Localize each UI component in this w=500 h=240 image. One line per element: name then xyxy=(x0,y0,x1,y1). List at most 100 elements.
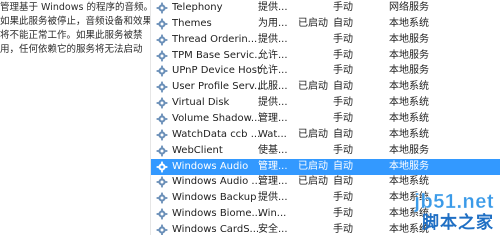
service-logon-as: 本地系统 xyxy=(389,129,429,140)
service-row[interactable]: Virtual Disk 提供... 手动 本地系统 xyxy=(151,95,500,111)
gear-icon xyxy=(156,65,168,77)
service-startup-type: 自动 xyxy=(333,161,353,172)
service-logon-as: 本地服务 xyxy=(389,145,429,156)
service-name: Windows Audio ... xyxy=(172,176,261,187)
service-row[interactable]: Themes 为用... 已启动 自动 本地系统 xyxy=(151,16,500,32)
service-description: Wat... xyxy=(258,129,287,140)
service-logon-as: 本地系统 xyxy=(389,97,429,108)
service-description: 此服... xyxy=(258,81,288,92)
gear-icon xyxy=(156,161,168,173)
service-name: Windows CardS... xyxy=(172,224,260,235)
service-description: 提供... xyxy=(258,97,288,108)
service-status: 已启动 xyxy=(298,81,328,92)
service-startup-type: 手动 xyxy=(333,34,353,45)
service-row[interactable]: Windows CardS... 安全... 手动 本地系统 xyxy=(151,222,500,235)
service-startup-type: 手动 xyxy=(333,97,353,108)
service-startup-type: 自动 xyxy=(333,18,353,29)
service-startup-type: 手动 xyxy=(333,208,353,219)
service-startup-type: 手动 xyxy=(333,2,353,13)
service-status: 已启动 xyxy=(298,176,328,187)
service-logon-as: 本地系统 xyxy=(389,208,429,219)
service-startup-type: 自动 xyxy=(333,81,353,92)
service-name: Thread Orderin... xyxy=(172,34,258,45)
service-name: Windows Backup xyxy=(172,192,257,203)
gear-icon xyxy=(156,176,168,188)
service-startup-type: 手动 xyxy=(333,145,353,156)
service-row[interactable]: Telephony 提供... 手动 网络服务 xyxy=(151,0,500,16)
service-row[interactable]: Windows Biome... Win... 手动 本地系统 xyxy=(151,206,500,222)
service-status: 已启动 xyxy=(298,161,328,172)
service-status: 已启动 xyxy=(298,18,328,29)
service-name: Windows Audio xyxy=(172,161,249,172)
service-name: WebClient xyxy=(172,145,223,156)
service-description: 管理... xyxy=(258,176,288,187)
service-startup-type: 手动 xyxy=(333,113,353,124)
service-logon-as: 本地服务 xyxy=(389,34,429,45)
service-startup-type: 手动 xyxy=(333,65,353,76)
service-name: Themes xyxy=(172,18,212,29)
service-description: 为用... xyxy=(258,18,288,29)
service-description: 提供... xyxy=(258,2,288,13)
service-row[interactable]: Windows Audio 管理... 已启动 自动 本地服务 xyxy=(151,159,500,175)
service-name: Virtual Disk xyxy=(172,97,230,108)
service-row[interactable]: WebClient 使基... 手动 本地服务 xyxy=(151,143,500,159)
service-logon-as: 本地系统 xyxy=(389,192,429,203)
service-row[interactable]: UPnP Device Host 允许... 手动 本地服务 xyxy=(151,63,500,79)
gear-icon xyxy=(156,2,168,14)
service-row[interactable]: User Profile Serv... 此服... 已启动 自动 本地系统 xyxy=(151,79,500,95)
description-line: 用，任何依赖它的服务将无法启动 xyxy=(0,44,143,55)
gear-icon xyxy=(156,18,168,30)
gear-icon xyxy=(156,50,168,62)
gear-icon xyxy=(156,192,168,204)
gear-icon xyxy=(156,129,168,141)
service-startup-type: 手动 xyxy=(333,224,353,235)
gear-icon xyxy=(156,34,168,46)
service-startup-type: 自动 xyxy=(333,129,353,140)
service-startup-type: 手动 xyxy=(333,50,353,61)
service-name: User Profile Serv... xyxy=(172,81,264,92)
service-description: 提供... xyxy=(258,34,288,45)
service-logon-as: 本地系统 xyxy=(389,113,429,124)
service-startup-type: 自动 xyxy=(333,176,353,187)
service-name: TPM Base Servic... xyxy=(172,50,264,61)
service-row[interactable]: TPM Base Servic... 允许... 手动 本地服务 xyxy=(151,48,500,64)
service-row[interactable]: Windows Audio ... 管理... 已启动 自动 本地系统 xyxy=(151,174,500,190)
service-row[interactable]: Windows Backup 提供... 手动 本地系统 xyxy=(151,190,500,206)
service-status: 已启动 xyxy=(298,129,328,140)
service-logon-as: 本地系统 xyxy=(389,18,429,29)
service-row[interactable]: Thread Orderin... 提供... 手动 本地服务 xyxy=(151,32,500,48)
service-status xyxy=(298,32,334,48)
service-logon-as: 本地服务 xyxy=(389,161,429,172)
service-description: 提供... xyxy=(258,192,288,203)
service-description: 安全... xyxy=(258,224,288,235)
service-status xyxy=(298,0,334,16)
service-name: Windows Biome... xyxy=(172,208,262,219)
service-logon-as: 本地服务 xyxy=(389,65,429,76)
gear-icon xyxy=(156,208,168,220)
gear-icon xyxy=(156,97,168,109)
service-logon-as: 本地系统 xyxy=(389,176,429,187)
service-status xyxy=(298,63,334,79)
service-status xyxy=(298,190,334,206)
service-description: 管理... xyxy=(258,161,288,172)
service-row[interactable]: Volume Shadow... 管理... 手动 本地系统 xyxy=(151,111,500,127)
service-name: Volume Shadow... xyxy=(172,113,261,124)
service-status xyxy=(298,111,334,127)
service-description: 管理... xyxy=(258,113,288,124)
service-logon-as: 本地系统 xyxy=(389,81,429,92)
service-description: Win... xyxy=(258,208,287,219)
service-name: Telephony xyxy=(172,2,223,13)
service-description-panel: 管理基于 Windows 的程序的音频。 如果此服务被停止，音频设备和效果 将不… xyxy=(0,0,150,235)
gear-icon xyxy=(156,145,168,157)
service-status xyxy=(298,222,334,235)
service-logon-as: 网络服务 xyxy=(389,2,429,13)
service-row[interactable]: WatchData ccb ... Wat... 已启动 自动 本地系统 xyxy=(151,127,500,143)
service-startup-type: 手动 xyxy=(333,192,353,203)
service-name: UPnP Device Host xyxy=(172,65,261,76)
service-status xyxy=(298,95,334,111)
gear-icon xyxy=(156,81,168,93)
service-status xyxy=(298,48,334,64)
services-list[interactable]: Telephony 提供... 手动 网络服务 Themes 为用... 已启动 自动 本地系统… xyxy=(150,0,500,235)
service-status xyxy=(298,143,334,159)
service-name: WatchData ccb ... xyxy=(172,129,261,140)
